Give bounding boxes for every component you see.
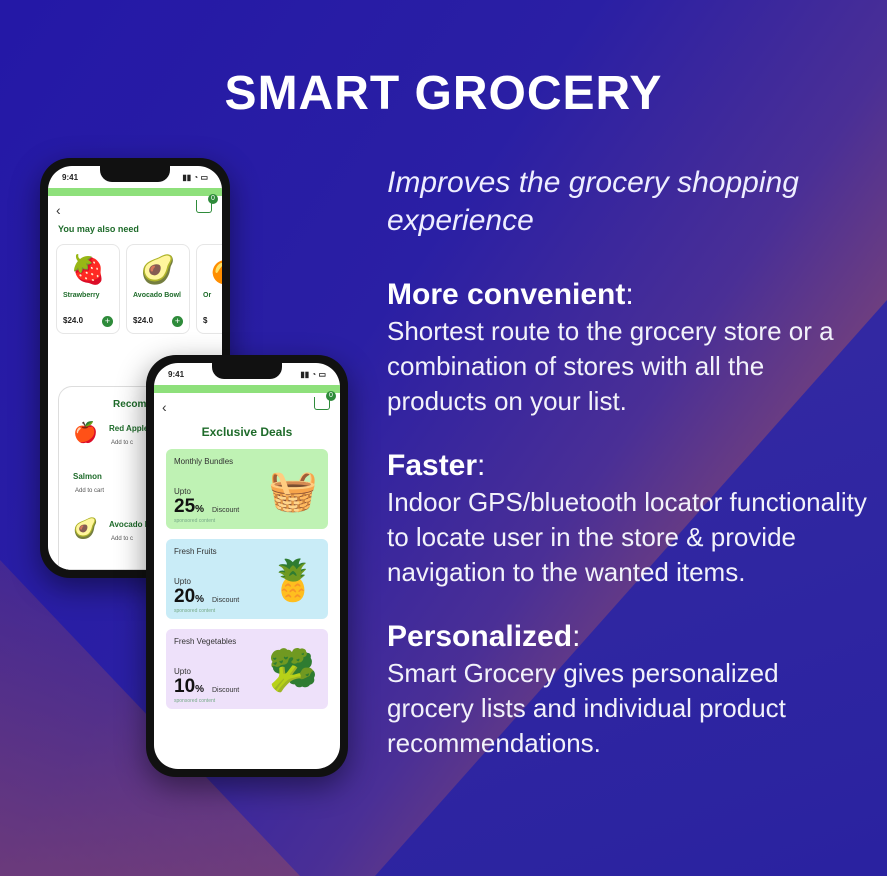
- deal-discount-label: Discount: [212, 597, 240, 604]
- strawberry-icon: 🍓: [70, 254, 106, 285]
- apple-icon: 🍎: [73, 422, 98, 444]
- deal-discount-label: Discount: [212, 507, 240, 514]
- cart-badge: 0: [326, 391, 336, 401]
- tagline: Improves the grocery shopping experience: [387, 166, 799, 237]
- avocado-icon: 🥑: [73, 518, 98, 540]
- deal-percent: 20%: [174, 586, 205, 607]
- feature-heading: More convenient:: [387, 278, 634, 311]
- deal-terms: sponsored content: [174, 698, 216, 704]
- product-name: Strawberry: [63, 292, 100, 299]
- deal-category: Fresh Fruits: [174, 547, 217, 556]
- product-carousel[interactable]: 🍓 Strawberry $24.0 + 🥑 Avocado Bowl $24.…: [48, 234, 222, 344]
- fruits-icon: 🍍: [268, 559, 318, 603]
- product-card[interactable]: 🥑 Avocado Bowl $24.0 +: [126, 244, 190, 334]
- item-name: Salmon: [73, 472, 102, 481]
- basket-icon: 🧺: [268, 469, 318, 513]
- deal-upto: Upto: [174, 577, 191, 586]
- deals-title: Exclusive Deals: [201, 425, 293, 439]
- feature-body: Indoor GPS/bluetooth locator functionali…: [387, 487, 867, 587]
- add-to-cart-link[interactable]: Add to cart: [75, 488, 104, 494]
- feature-personalized: Personalized: Smart Grocery gives person…: [387, 620, 867, 761]
- item-name: Avocado B: [109, 520, 151, 529]
- nav-bar: ‹ 0: [154, 391, 340, 421]
- feature-body: Smart Grocery gives personalized grocery…: [387, 658, 786, 758]
- status-icons: ▮▮ ◔ ▭: [300, 369, 326, 379]
- feature-convenient: More convenient: Shortest route to the g…: [387, 278, 867, 419]
- product-card[interactable]: 🍊 Or $: [196, 244, 222, 334]
- deal-discount-label: Discount: [212, 687, 240, 694]
- phone-notch: [212, 363, 282, 379]
- nav-bar: ‹ 0: [48, 194, 222, 224]
- broccoli-icon: 🥦: [268, 649, 318, 693]
- phone-mockup-deals: 9:41 ▮▮ ◔ ▭ ‹ 0 Exclusive Deals Monthly …: [146, 355, 348, 777]
- product-price: $24.0: [63, 316, 84, 325]
- orange-icon: 🍊: [197, 253, 222, 286]
- back-icon[interactable]: ‹: [162, 399, 167, 415]
- add-button[interactable]: +: [102, 316, 113, 327]
- product-name: Avocado Bowl: [133, 292, 181, 299]
- section-title: You may also need: [58, 224, 139, 234]
- deal-percent: 10%: [174, 676, 205, 697]
- feature-heading: Faster:: [387, 449, 486, 482]
- deal-card[interactable]: Fresh Fruits Upto 20% Discount sponsored…: [166, 539, 328, 619]
- deal-terms: sponsored content: [174, 608, 216, 614]
- feature-faster: Faster: Indoor GPS/bluetooth locator fun…: [387, 449, 867, 590]
- header-bar: [154, 385, 340, 393]
- feature-copy: Improves the grocery shopping experience…: [387, 164, 867, 791]
- product-price: $24.0: [133, 316, 154, 325]
- add-button[interactable]: +: [172, 316, 183, 327]
- item-name: Red Apple: [109, 424, 149, 433]
- status-icons: ▮▮ ◔ ▭: [182, 172, 208, 182]
- avocado-icon: 🥑: [140, 254, 176, 285]
- product-card[interactable]: 🍓 Strawberry $24.0 +: [56, 244, 120, 334]
- product-price: $: [203, 316, 208, 325]
- deal-percent: 25%: [174, 496, 205, 517]
- deal-category: Monthly Bundles: [174, 457, 234, 466]
- phone-notch: [100, 166, 170, 182]
- deal-terms: sponsored content: [174, 518, 216, 524]
- status-time: 9:41: [168, 369, 185, 379]
- deal-card[interactable]: Fresh Vegetables Upto 10% Discount spons…: [166, 629, 328, 709]
- deal-upto: Upto: [174, 487, 191, 496]
- add-to-cart-link[interactable]: Add to c: [111, 536, 133, 542]
- status-time: 9:41: [62, 172, 79, 182]
- product-name: Or: [203, 292, 212, 299]
- deal-category: Fresh Vegetables: [174, 637, 237, 646]
- cart-badge: 0: [208, 194, 218, 204]
- deal-card[interactable]: Monthly Bundles Upto 25% Discount sponso…: [166, 449, 328, 529]
- page-title: SMART GROCERY: [224, 67, 663, 120]
- feature-body: Shortest route to the grocery store or a…: [387, 316, 834, 416]
- back-icon[interactable]: ‹: [56, 202, 61, 218]
- deal-upto: Upto: [174, 667, 191, 676]
- add-to-cart-link[interactable]: Add to c: [111, 440, 133, 446]
- header-bar: [48, 188, 222, 196]
- feature-heading: Personalized:: [387, 620, 581, 653]
- phone-screen: 9:41 ▮▮ ◔ ▭ ‹ 0 Exclusive Deals Monthly …: [154, 363, 340, 769]
